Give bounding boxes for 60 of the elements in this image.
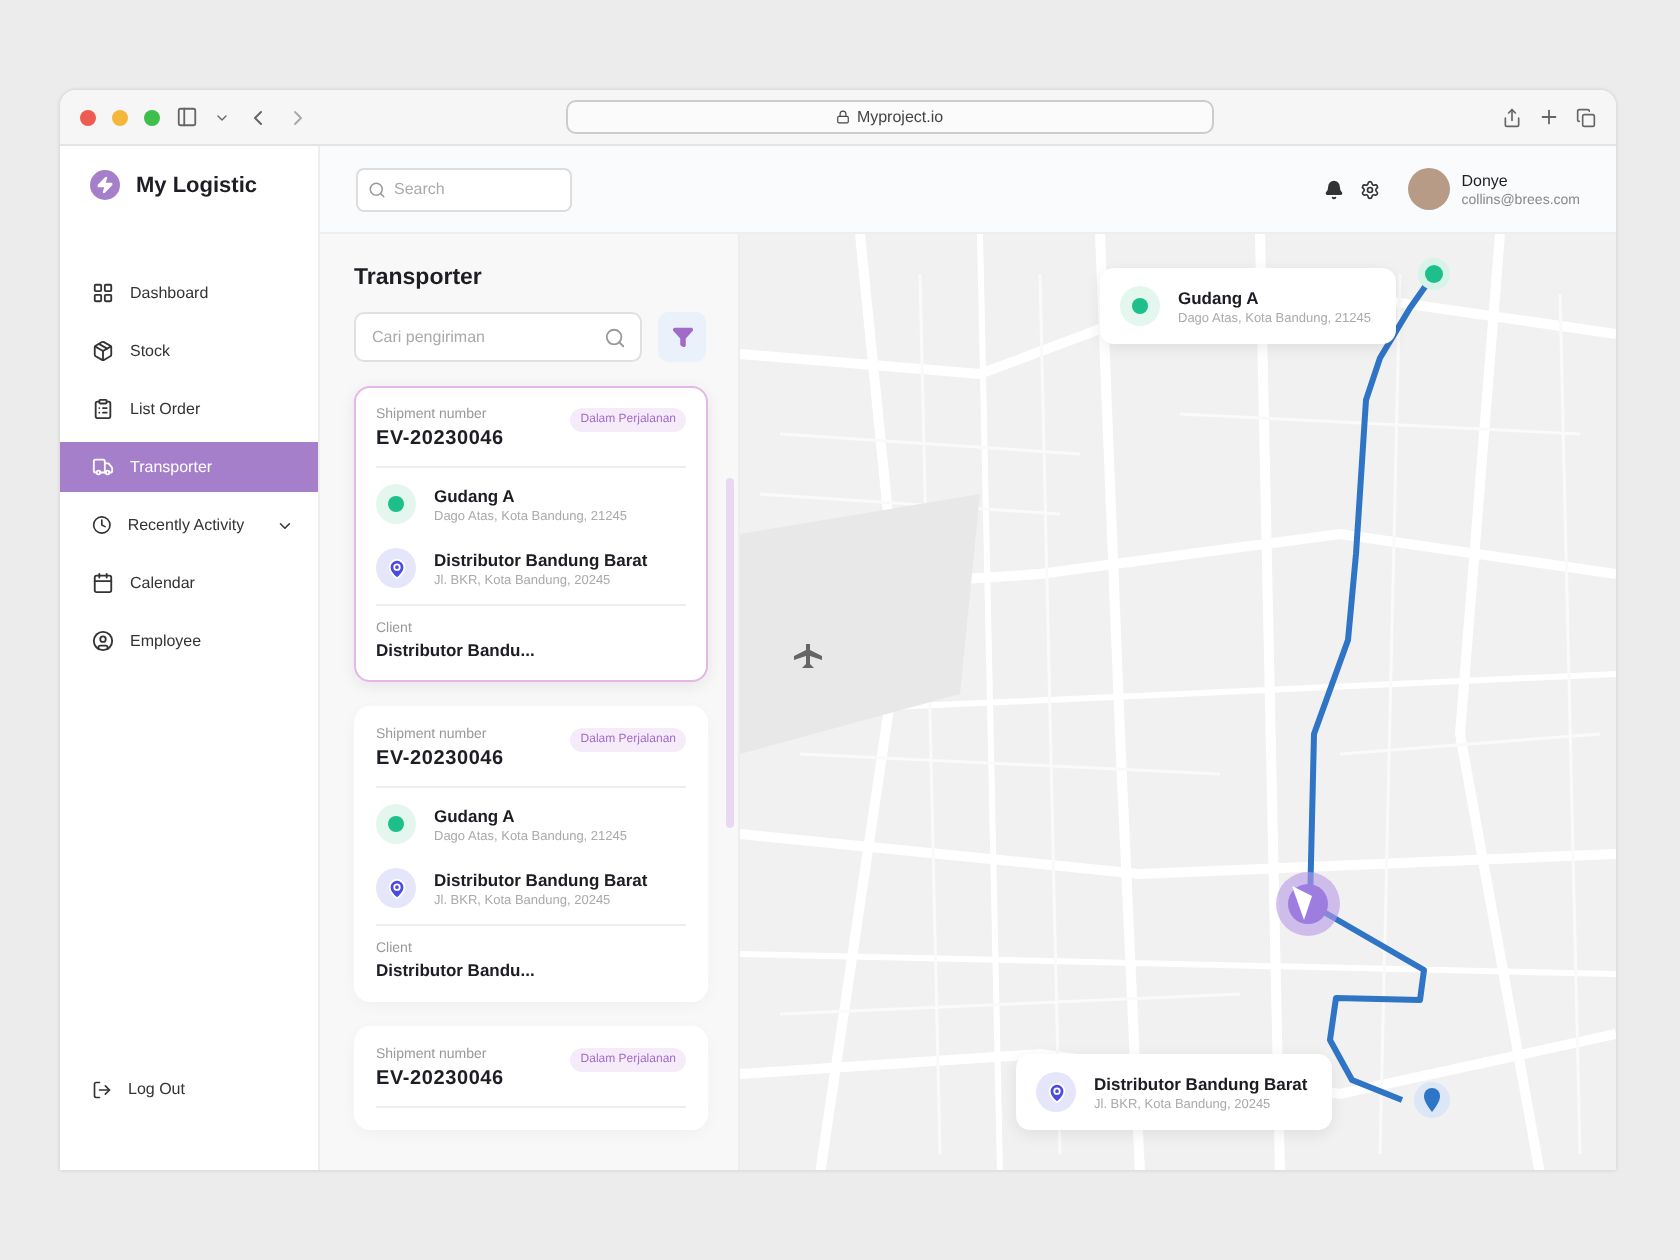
close-window-dot[interactable] bbox=[80, 109, 96, 125]
shipment-number: EV-20230046 bbox=[376, 748, 504, 770]
list-icon bbox=[92, 398, 114, 420]
stop-name: Gudang A bbox=[1178, 287, 1261, 307]
sidebar-item[interactable]: Stock bbox=[60, 326, 318, 376]
sidebar-item[interactable]: List Order bbox=[60, 384, 318, 434]
filter-icon bbox=[671, 326, 693, 348]
shipment-search-field[interactable]: Cari pengiriman bbox=[354, 312, 642, 362]
box-icon bbox=[92, 340, 114, 362]
lock-icon bbox=[836, 110, 851, 124]
logout-icon bbox=[92, 1079, 112, 1099]
stop-name: Distributor Bandung Barat bbox=[1094, 1073, 1308, 1093]
stop-name: Distributor Bandung Barat bbox=[434, 869, 648, 889]
location-pin-icon bbox=[376, 548, 416, 588]
shipment-number: EV-20230046 bbox=[376, 1068, 504, 1090]
stop-name: Gudang A bbox=[434, 485, 517, 505]
avatar[interactable] bbox=[1407, 168, 1450, 210]
stop-name: Gudang A bbox=[434, 805, 517, 825]
sidebar-item[interactable]: Employee bbox=[60, 616, 318, 666]
share-icon[interactable] bbox=[1502, 107, 1522, 127]
user-icon bbox=[92, 630, 114, 652]
brand-name: My Logistic bbox=[136, 173, 258, 197]
panel-title: Transporter bbox=[354, 266, 484, 290]
calendar-icon bbox=[92, 572, 114, 594]
origin-dot-icon bbox=[1120, 286, 1160, 326]
tabs-icon[interactable] bbox=[1576, 107, 1596, 127]
origin-dot-icon bbox=[376, 804, 416, 844]
search-icon bbox=[604, 326, 626, 348]
origin-marker-icon bbox=[1418, 258, 1450, 290]
stop-name: Distributor Bandung Barat bbox=[434, 549, 648, 569]
lightning-logo-icon bbox=[90, 170, 120, 200]
client-name: Distributor Bandu... bbox=[376, 640, 537, 660]
vehicle-position-marker-icon bbox=[1276, 872, 1340, 936]
location-pin-icon bbox=[1036, 1072, 1076, 1112]
airplane-icon bbox=[794, 644, 822, 668]
truck-icon bbox=[92, 456, 114, 478]
location-pin-icon bbox=[376, 868, 416, 908]
sidebar-item[interactable]: Dashboard bbox=[60, 268, 318, 318]
user-name: Donye bbox=[1461, 171, 1510, 189]
scrollbar[interactable] bbox=[726, 478, 734, 828]
minimize-window-dot[interactable] bbox=[112, 109, 128, 125]
maximize-window-dot[interactable] bbox=[144, 109, 160, 125]
clock-icon bbox=[92, 514, 112, 536]
shipment-number: EV-20230046 bbox=[376, 428, 504, 450]
notification-bell-icon[interactable] bbox=[1323, 179, 1344, 199]
url-text: Myproject.io bbox=[856, 108, 944, 126]
sidebar-item[interactable]: Recently Activity bbox=[60, 500, 318, 550]
search-field[interactable]: Search bbox=[356, 167, 572, 211]
filter-button[interactable] bbox=[658, 312, 706, 362]
new-tab-icon[interactable] bbox=[1538, 106, 1560, 128]
settings-icon[interactable] bbox=[1359, 179, 1380, 199]
client-name: Distributor Bandu... bbox=[376, 960, 537, 980]
address-bar[interactable]: Myproject.io bbox=[566, 100, 1214, 134]
sidebar-toggle-icon[interactable] bbox=[176, 106, 198, 128]
search-icon bbox=[368, 180, 386, 198]
destination-marker-icon bbox=[1414, 1082, 1450, 1118]
logout-button[interactable]: Log Out bbox=[60, 1064, 318, 1114]
origin-dot-icon bbox=[376, 484, 416, 524]
sidebar-item[interactable]: Calendar bbox=[60, 558, 318, 608]
grid-icon bbox=[92, 282, 114, 304]
